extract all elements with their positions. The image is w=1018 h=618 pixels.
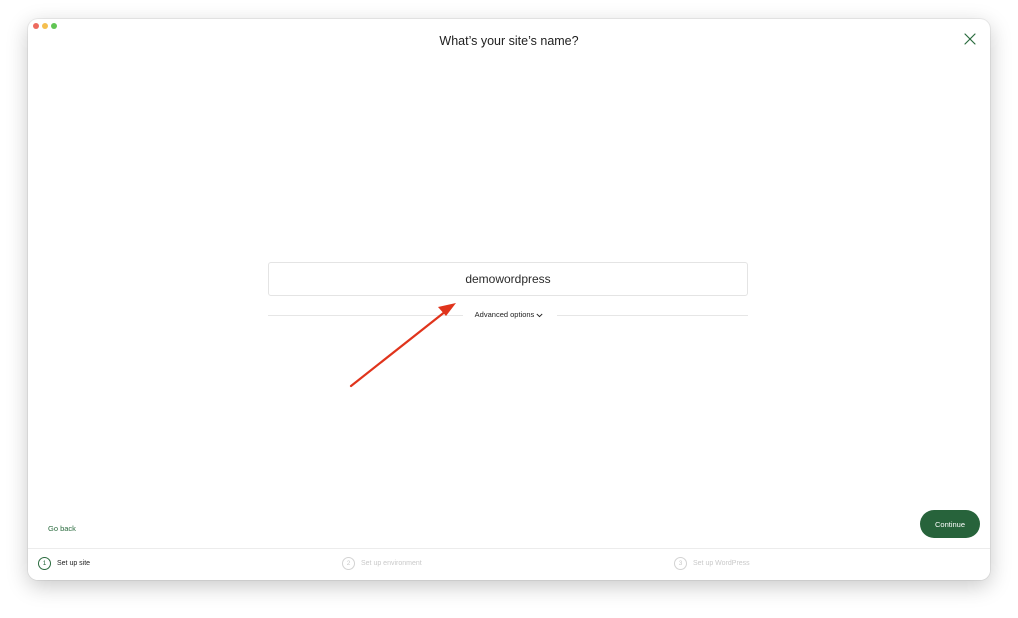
step-number-badge: 3 [674,557,687,570]
app-window: What’s your site’s name? Advanced option… [28,19,990,580]
advanced-options-label: Advanced options [474,310,535,319]
continue-button[interactable]: Continue [920,510,980,538]
site-name-input[interactable] [268,262,748,296]
close-button[interactable] [963,32,977,46]
close-icon [964,33,976,45]
advanced-options-toggle[interactable]: Advanced options [468,310,550,319]
window-controls [33,23,57,29]
window-maximize-button[interactable] [51,23,57,29]
chevron-down-icon [536,313,543,317]
step-label: Set up environment [361,560,422,567]
annotation-arrow [349,303,456,388]
step-set-up-wordpress: 3 Set up WordPress [674,557,750,570]
window-minimize-button[interactable] [42,23,48,29]
step-set-up-site: 1 Set up site [38,557,90,570]
window-close-button[interactable] [33,23,39,29]
divider-right [557,315,748,316]
step-label: Set up WordPress [693,560,750,567]
page-title: What’s your site’s name? [439,34,579,48]
step-set-up-environment: 2 Set up environment [342,557,422,570]
step-number-badge: 1 [38,557,51,570]
step-number-badge: 2 [342,557,355,570]
setup-steps-footer: 1 Set up site 2 Set up environment 3 Set… [28,548,990,580]
go-back-link[interactable]: Go back [48,524,76,533]
divider-left [268,315,463,316]
step-label: Set up site [57,560,91,567]
